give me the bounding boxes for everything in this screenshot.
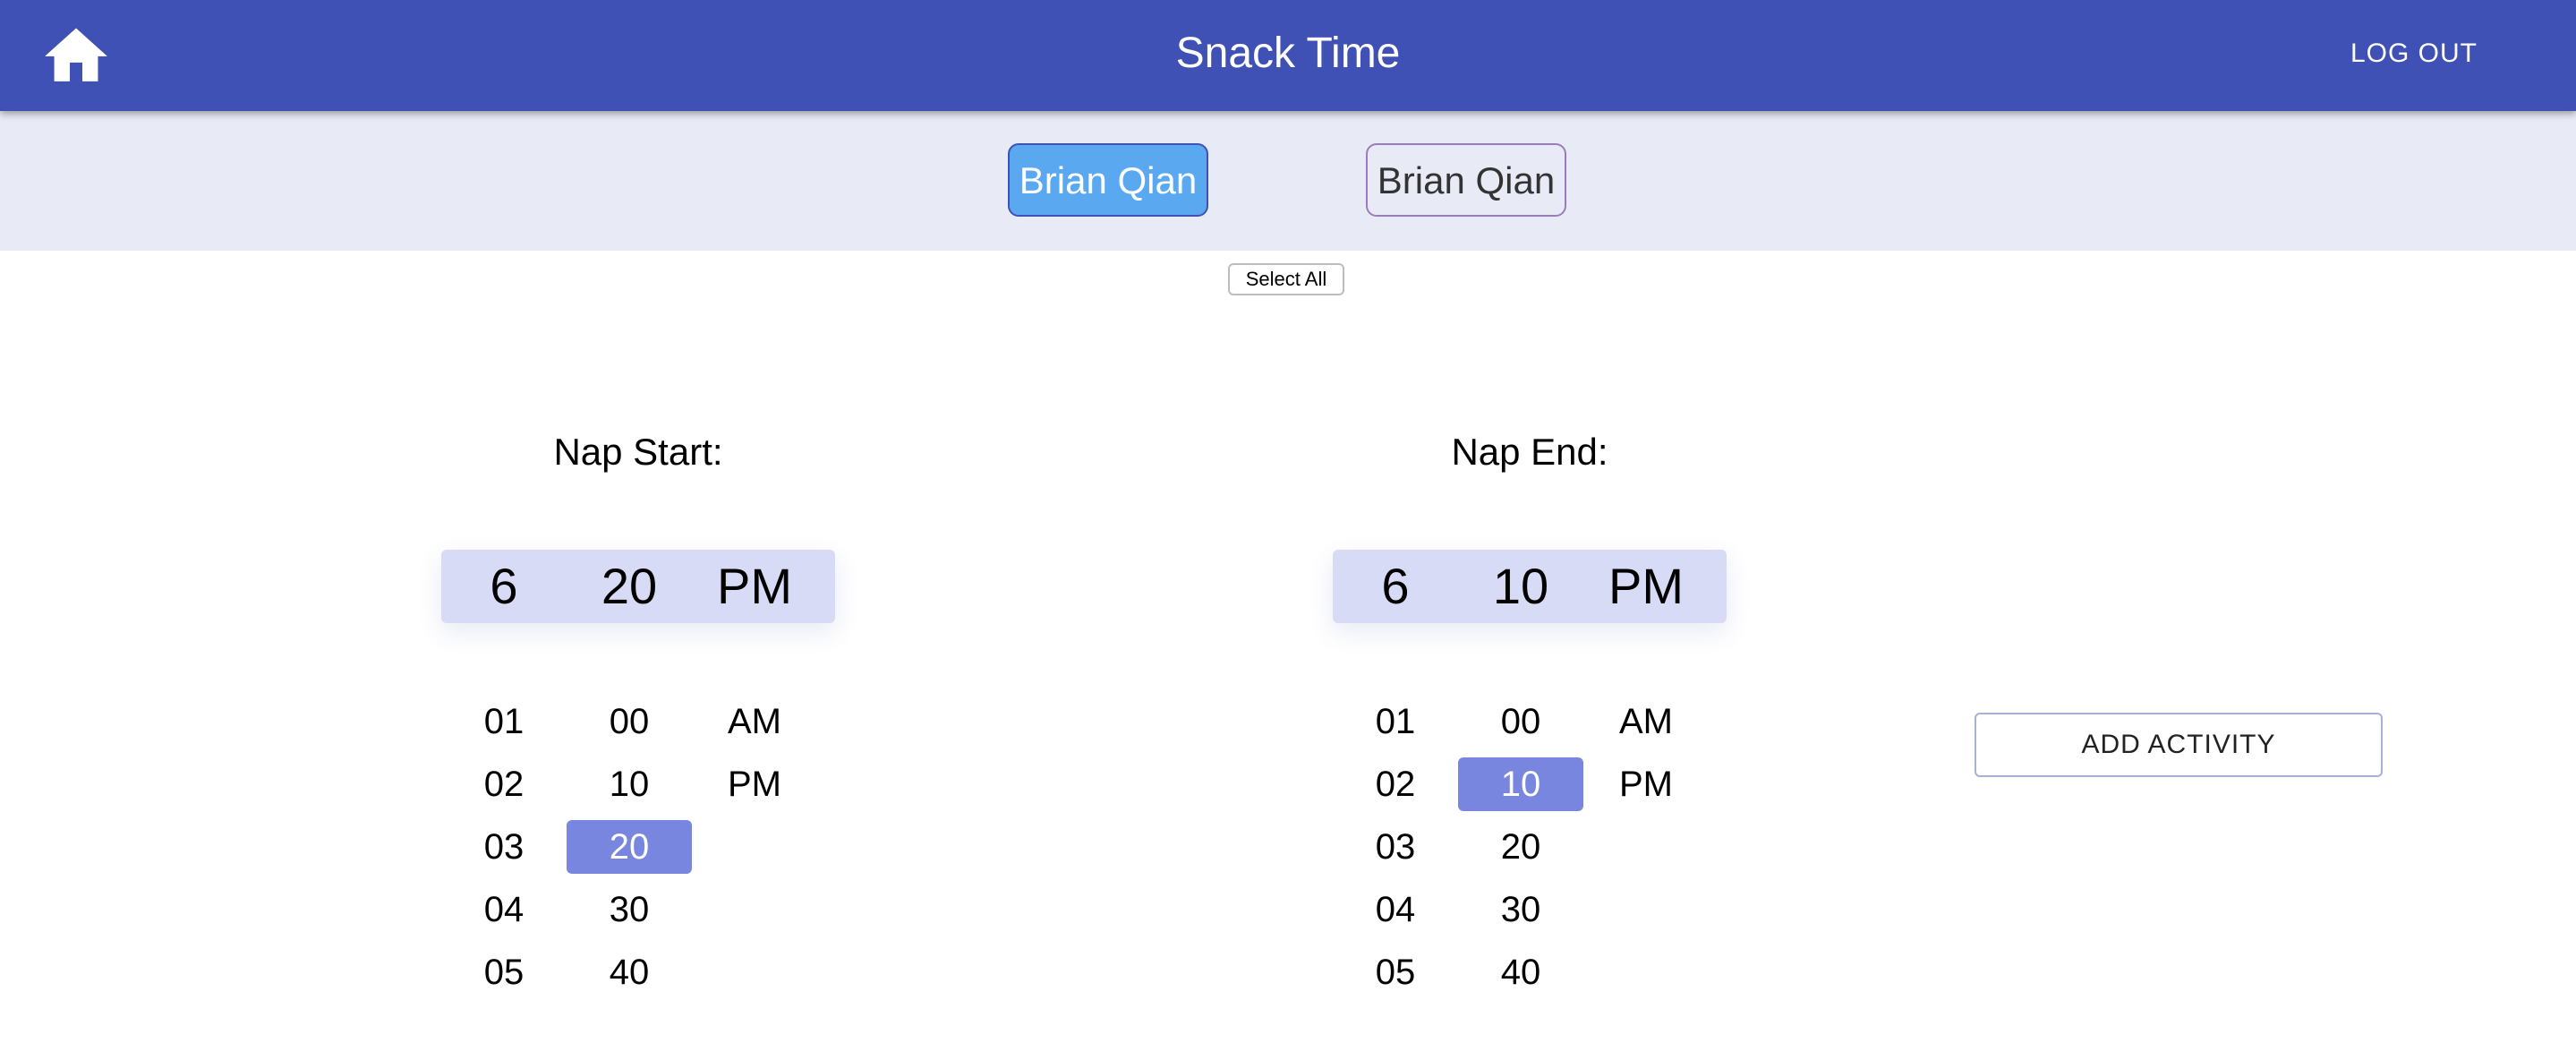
- hour-option[interactable]: 03: [1333, 820, 1458, 874]
- hour-option[interactable]: 01: [441, 695, 567, 748]
- hour-option[interactable]: 05: [441, 945, 567, 999]
- hour-option[interactable]: 05: [1333, 945, 1458, 999]
- minute-option[interactable]: 40: [1458, 945, 1583, 999]
- hour-option[interactable]: 02: [441, 757, 567, 811]
- minute-option[interactable]: 30: [567, 883, 692, 936]
- hour-option[interactable]: 04: [1333, 883, 1458, 936]
- child-chip[interactable]: Brian Qian: [1366, 143, 1566, 217]
- period-option[interactable]: PM: [1583, 757, 1709, 811]
- period-option[interactable]: PM: [692, 757, 817, 811]
- period-option[interactable]: AM: [692, 695, 817, 748]
- nap-end-hour-list[interactable]: 01 02 03 04 05: [1333, 695, 1458, 1008]
- hour-option[interactable]: 02: [1333, 757, 1458, 811]
- nap-start-period-value: PM: [717, 558, 792, 614]
- hour-option[interactable]: 03: [441, 820, 567, 874]
- minute-option[interactable]: 00: [567, 695, 692, 748]
- nap-end-minute-list[interactable]: 00 10 20 30 40: [1458, 695, 1583, 1008]
- nap-start-minute-list[interactable]: 00 10 20 30 40: [567, 695, 692, 1008]
- nap-start-minute-value: 20: [601, 558, 658, 614]
- child-chip-selected[interactable]: Brian Qian: [1008, 143, 1208, 217]
- nap-start-period-list[interactable]: AM PM: [692, 695, 817, 820]
- nap-end-period-list[interactable]: AM PM: [1583, 695, 1709, 820]
- nap-start-display: 6 20 PM: [441, 550, 835, 623]
- nap-end-hour-value: 6: [1381, 558, 1410, 614]
- minute-option-selected[interactable]: 20: [567, 820, 692, 874]
- minute-option-selected[interactable]: 10: [1458, 757, 1583, 811]
- minute-option[interactable]: 20: [1458, 820, 1583, 874]
- nap-end-period-value: PM: [1608, 558, 1684, 614]
- minute-option[interactable]: 30: [1458, 883, 1583, 936]
- minute-option[interactable]: 40: [567, 945, 692, 999]
- minute-option[interactable]: 10: [567, 757, 692, 811]
- child-selector-bar: Brian Qian Brian Qian: [0, 111, 2576, 251]
- select-all-button[interactable]: Select All: [1228, 263, 1344, 295]
- nap-end-minute-value: 10: [1492, 558, 1549, 614]
- hour-option[interactable]: 01: [1333, 695, 1458, 748]
- nap-start-hour-list[interactable]: 01 02 03 04 05: [441, 695, 567, 1008]
- nap-start-hour-value: 6: [490, 558, 518, 614]
- nap-start-label: Nap Start:: [553, 431, 723, 473]
- minute-option[interactable]: 00: [1458, 695, 1583, 748]
- nap-end-display: 6 10 PM: [1333, 550, 1727, 623]
- app-bar: Snack Time LOG OUT: [0, 0, 2576, 111]
- nap-end-label: Nap End:: [1451, 431, 1608, 473]
- add-activity-button[interactable]: ADD ACTIVITY: [1975, 713, 2383, 777]
- page-title: Snack Time: [1175, 30, 1401, 77]
- period-option[interactable]: AM: [1583, 695, 1709, 748]
- hour-option[interactable]: 04: [441, 883, 567, 936]
- logout-button[interactable]: LOG OUT: [2350, 32, 2478, 75]
